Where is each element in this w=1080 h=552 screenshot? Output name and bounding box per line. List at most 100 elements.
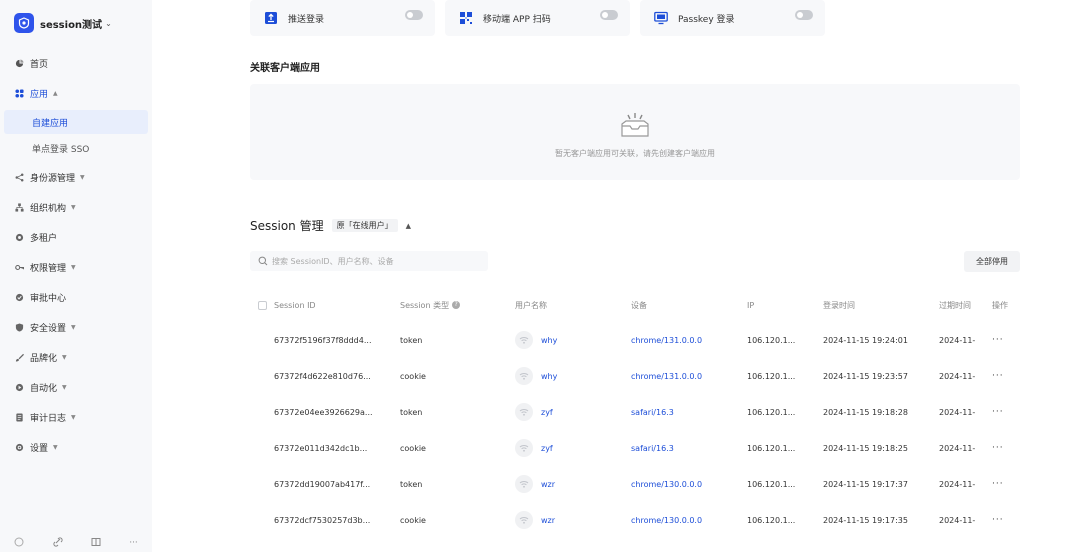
column-header: 操作 bbox=[992, 288, 1020, 322]
app-logo-icon bbox=[14, 13, 34, 33]
column-header: 用户名称 bbox=[515, 288, 627, 322]
session-type-cell: cookie bbox=[400, 358, 510, 394]
select-all-checkbox[interactable] bbox=[258, 288, 270, 322]
sidebar-item-org[interactable]: 组织机构 ▼ bbox=[0, 192, 152, 222]
sidebar-item-tenant[interactable]: 多租户 bbox=[0, 222, 152, 252]
sidebar-item-label: 安全设置 bbox=[30, 323, 67, 334]
sidebar-item-label: 多租户 bbox=[30, 233, 58, 244]
login-time-cell: 2024-11-15 19:18:28 bbox=[823, 394, 935, 430]
login-time: 2024-11-15 19:17:37 bbox=[823, 479, 908, 489]
user-name-link[interactable]: why bbox=[541, 336, 557, 345]
device-link[interactable]: safari/16.3 bbox=[631, 408, 674, 417]
user-cell: why bbox=[515, 322, 627, 358]
column-header: 登录时间 bbox=[823, 288, 935, 322]
ip-address: 106.120.1... bbox=[747, 371, 796, 381]
row-more-button[interactable]: ··· bbox=[992, 407, 1004, 417]
sidebar-item-audit[interactable]: 审计日志 ▼ bbox=[0, 402, 152, 432]
sidebar-item-security[interactable]: 安全设置 ▼ bbox=[0, 312, 152, 342]
sidebar-subitem[interactable]: 单点登录 SSO bbox=[4, 136, 148, 160]
ip-address: 106.120.1... bbox=[747, 407, 796, 417]
session-type: token bbox=[400, 479, 423, 489]
search-input[interactable] bbox=[272, 256, 482, 266]
sidebar-item-identity[interactable]: 身份源管理 ▼ bbox=[0, 162, 152, 192]
ip-address-cell: 106.120.1... bbox=[747, 358, 817, 394]
sidebar-item-apps[interactable]: 应用 ▲ bbox=[0, 78, 152, 108]
session-type-cell: token bbox=[400, 394, 510, 430]
sidebar-item-auto[interactable]: 自动化 ▼ bbox=[0, 372, 152, 402]
user-cell: why bbox=[515, 358, 627, 394]
sidebar-item-label: 品牌化 bbox=[30, 353, 58, 364]
device-link[interactable]: chrome/131.0.0.0 bbox=[631, 372, 702, 381]
session-type: cookie bbox=[400, 443, 426, 453]
column-header-label: Session 类型 bbox=[400, 300, 450, 310]
user-name-link[interactable]: zyf bbox=[541, 444, 553, 453]
device-link[interactable]: safari/16.3 bbox=[631, 444, 674, 453]
column-header: Session 类型? bbox=[400, 288, 510, 322]
user-name-link[interactable]: why bbox=[541, 372, 557, 381]
layout-icon[interactable] bbox=[91, 537, 101, 550]
wifi-icon bbox=[515, 439, 533, 457]
user-name-link[interactable]: wzr bbox=[541, 480, 555, 489]
sidebar-item-brand[interactable]: 品牌化 ▼ bbox=[0, 342, 152, 372]
row-more-button[interactable]: ··· bbox=[992, 515, 1004, 525]
device-link-cell: chrome/130.0.0.0 bbox=[631, 466, 743, 502]
chevron-down-icon: ▼ bbox=[80, 173, 85, 181]
help-icon[interactable]: ? bbox=[452, 301, 461, 309]
app-switcher[interactable]: session测试 ⌄ bbox=[14, 13, 112, 33]
table-row: 67372dcf7530257d3b... cookie wzr chrome/130… bbox=[250, 502, 1020, 538]
user-name-link[interactable]: wzr bbox=[541, 516, 555, 525]
disable-all-button[interactable]: 全部停用 bbox=[964, 251, 1020, 272]
user-cell: wzr bbox=[515, 466, 627, 502]
row-more-button[interactable]: ··· bbox=[992, 479, 1004, 489]
login-method-toggle[interactable] bbox=[795, 10, 813, 20]
device-link[interactable]: chrome/130.0.0.0 bbox=[631, 480, 702, 489]
session-type: cookie bbox=[400, 515, 426, 525]
more-icon[interactable]: ··· bbox=[129, 538, 138, 548]
sidebar-subitem[interactable]: 自建应用 bbox=[4, 110, 148, 134]
session-type-cell: cookie bbox=[400, 430, 510, 466]
login-method-toggle[interactable] bbox=[405, 10, 423, 20]
expire-time: 2024-11- bbox=[939, 443, 976, 453]
login-method-toggle[interactable] bbox=[600, 10, 618, 20]
row-more-button[interactable]: ··· bbox=[992, 443, 1004, 453]
device-link[interactable]: chrome/130.0.0.0 bbox=[631, 516, 702, 525]
column-header-label: 过期时间 bbox=[939, 300, 971, 310]
user-cell: zyf bbox=[515, 394, 627, 430]
column-header: 过期时间 bbox=[939, 288, 985, 322]
sidebar-item-approval[interactable]: 审批中心 bbox=[0, 282, 152, 312]
sidebar-item-perm[interactable]: 权限管理 ▼ bbox=[0, 252, 152, 282]
sidebar-item-home[interactable]: 首页 bbox=[0, 48, 152, 78]
sidebar-item-settings[interactable]: 设置 ▼ bbox=[0, 432, 152, 462]
session-tag: 原「在线用户」 bbox=[331, 219, 398, 232]
ip-address: 106.120.1... bbox=[747, 443, 796, 453]
user-name-link[interactable]: zyf bbox=[541, 408, 553, 417]
device-link-cell: chrome/130.0.0.0 bbox=[631, 502, 743, 538]
help-icon[interactable] bbox=[14, 537, 24, 550]
column-header-label: 用户名称 bbox=[515, 300, 547, 310]
collapse-caret-icon[interactable]: ▲ bbox=[406, 222, 411, 230]
app-name: session测试 bbox=[40, 19, 103, 31]
ip-address-cell: 106.120.1... bbox=[747, 466, 817, 502]
chevron-down-icon: ▼ bbox=[71, 263, 76, 271]
expire-time: 2024-11- bbox=[939, 407, 976, 417]
session-search[interactable] bbox=[250, 251, 488, 271]
login-method-card: 推送登录 bbox=[250, 0, 435, 36]
session-id: 67372dcf7530257d3b... bbox=[274, 515, 371, 525]
expire-time-cell: 2024-11- bbox=[939, 466, 985, 502]
sidebar-footer: ··· bbox=[0, 534, 152, 552]
row-more-button[interactable]: ··· bbox=[992, 371, 1004, 381]
link-icon[interactable] bbox=[52, 536, 63, 550]
login-method-card: Passkey 登录 bbox=[640, 0, 825, 36]
sidebar-item-label: 审批中心 bbox=[30, 293, 67, 304]
empty-inbox-icon bbox=[621, 113, 649, 137]
row-more-button[interactable]: ··· bbox=[992, 335, 1004, 345]
device-link-cell: chrome/131.0.0.0 bbox=[631, 358, 743, 394]
empty-message: 暂无客户端应用可关联，请先创建客户端应用 bbox=[555, 149, 715, 158]
column-header-label: Session ID bbox=[274, 300, 316, 310]
ip-address: 106.120.1... bbox=[747, 479, 796, 489]
device-link[interactable]: chrome/131.0.0.0 bbox=[631, 336, 702, 345]
table-row: 67372f5196f37f8ddd4... token why chrome/131… bbox=[250, 322, 1020, 358]
apps-icon bbox=[15, 88, 24, 98]
share-icon bbox=[15, 173, 24, 182]
session-type-cell: cookie bbox=[400, 502, 510, 538]
